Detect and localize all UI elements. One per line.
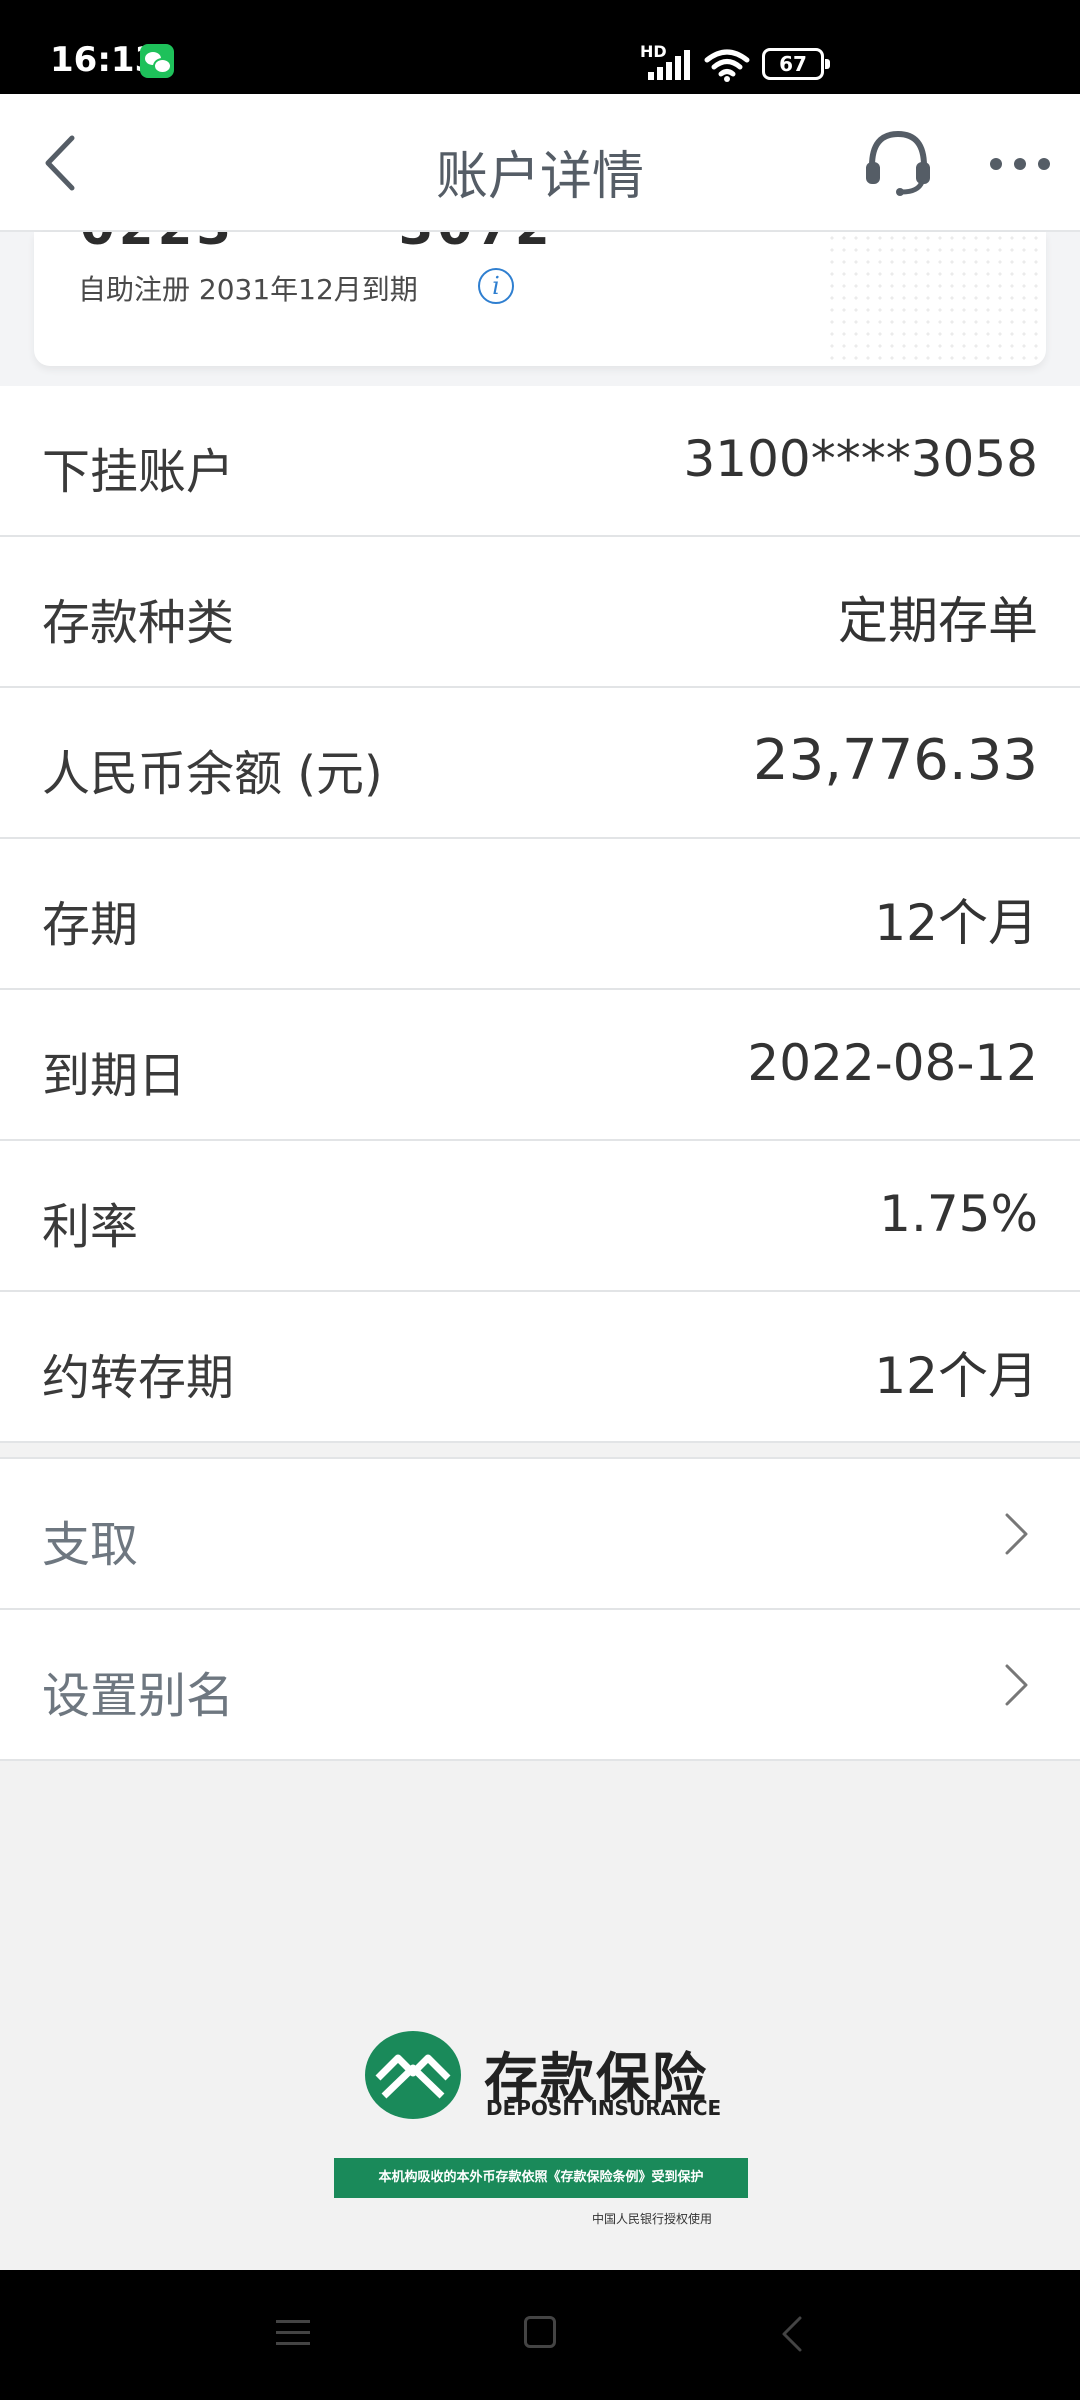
detail-value: 1.75% bbox=[879, 1185, 1038, 1243]
card-area: 0223 **** 3072 自助注册 2031年12月到期 i bbox=[0, 232, 1080, 386]
detail-row-maturity-date: 到期日 2022-08-12 bbox=[0, 990, 1080, 1141]
action-label: 设置别名 bbox=[42, 1668, 235, 1724]
account-card: 0223 **** 3072 自助注册 2031年12月到期 i bbox=[34, 232, 1046, 366]
detail-row-renewal-term: 约转存期 12个月 bbox=[0, 1292, 1080, 1443]
card-pattern bbox=[826, 232, 1046, 366]
detail-row-balance: 人民币余额 (元) 23,776.33 bbox=[0, 688, 1080, 839]
insurance-authority: 中国人民银行授权使用 bbox=[591, 2212, 712, 2226]
action-label: 支取 bbox=[42, 1517, 139, 1573]
detail-label: 下挂账户 bbox=[42, 444, 235, 500]
balance-value: 23,776.33 bbox=[752, 728, 1038, 793]
detail-value: 3100****3058 bbox=[683, 430, 1039, 488]
detail-label: 到期日 bbox=[42, 1048, 187, 1104]
insurance-notice: 本机构吸收的本外币存款依照《存款保险条例》受到保护 bbox=[334, 2158, 748, 2198]
header: 账户详情 bbox=[0, 94, 1080, 232]
system-nav-bar bbox=[0, 2270, 1080, 2400]
card-number: 0223 **** 3072 bbox=[80, 232, 554, 256]
wifi-icon bbox=[704, 49, 750, 82]
signal-icon bbox=[648, 50, 692, 80]
detail-value: 12个月 bbox=[874, 894, 1038, 952]
detail-label: 存款种类 bbox=[42, 595, 235, 651]
detail-label: 人民币余额 (元) bbox=[42, 746, 383, 802]
menu-key-icon[interactable] bbox=[276, 2318, 310, 2348]
detail-label: 利率 bbox=[42, 1199, 139, 1255]
deposit-insurance-emblem-icon bbox=[365, 2031, 461, 2119]
detail-value: 定期存单 bbox=[838, 592, 1038, 650]
home-key-icon[interactable] bbox=[524, 2316, 556, 2348]
detail-row-term: 存期 12个月 bbox=[0, 839, 1080, 990]
chevron-right-icon bbox=[1005, 1664, 1028, 1706]
detail-row-deposit-type: 存款种类 定期存单 bbox=[0, 537, 1080, 688]
detail-value: 2022-08-12 bbox=[747, 1034, 1038, 1092]
card-expiry-note: 自助注册 2031年12月到期 bbox=[78, 273, 418, 306]
more-icon[interactable] bbox=[990, 154, 1050, 174]
action-list: 支取 设置别名 bbox=[0, 1457, 1080, 1761]
detail-value: 12个月 bbox=[874, 1347, 1038, 1405]
withdraw-button[interactable]: 支取 bbox=[0, 1459, 1080, 1610]
detail-row-linked-account: 下挂账户 3100****3058 bbox=[0, 386, 1080, 537]
info-icon[interactable]: i bbox=[478, 268, 514, 304]
customer-service-icon[interactable] bbox=[862, 126, 934, 198]
detail-row-interest-rate: 利率 1.75% bbox=[0, 1141, 1080, 1292]
battery-icon: 67 bbox=[762, 48, 830, 80]
detail-label: 存期 bbox=[42, 897, 139, 953]
status-bar: 16:13 HD 67 bbox=[0, 0, 1080, 94]
wechat-icon bbox=[140, 44, 174, 78]
back-key-icon[interactable] bbox=[780, 2314, 804, 2354]
chevron-right-icon bbox=[1005, 1513, 1028, 1555]
account-details: 下挂账户 3100****3058 存款种类 定期存单 人民币余额 (元) 23… bbox=[0, 386, 1080, 1443]
insurance-title-en: DEPOSIT INSURANCE bbox=[486, 2096, 722, 2120]
deposit-insurance-logo: 存款保险 DEPOSIT INSURANCE 本机构吸收的本外币存款依照《存款保… bbox=[334, 2026, 748, 2236]
set-alias-button[interactable]: 设置别名 bbox=[0, 1610, 1080, 1761]
detail-label: 约转存期 bbox=[42, 1350, 235, 1406]
